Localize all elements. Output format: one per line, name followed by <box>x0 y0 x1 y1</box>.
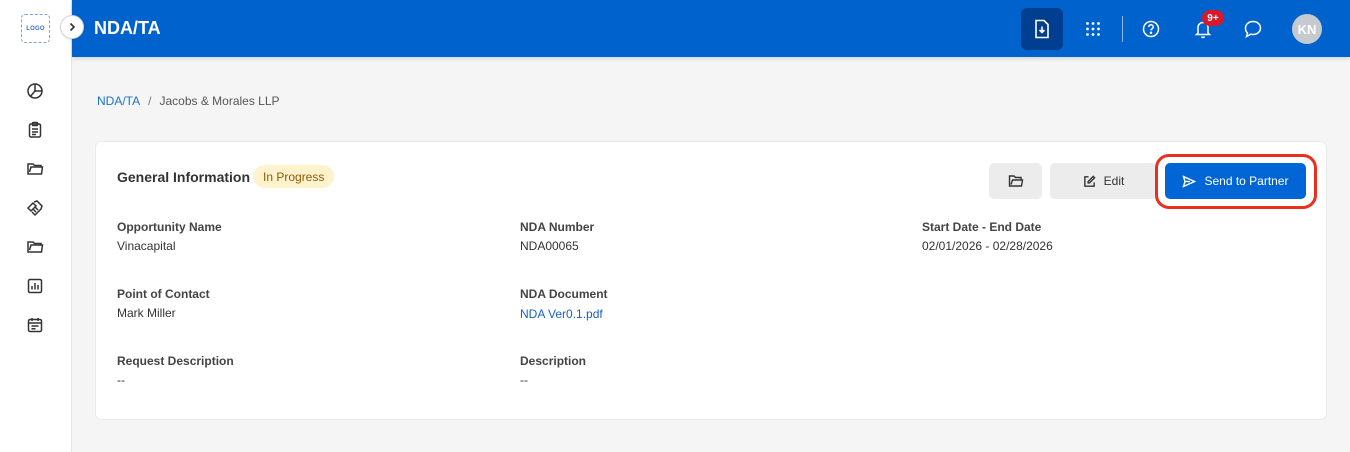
send-button-label: Send to Partner <box>1204 174 1289 188</box>
general-info-card: General Information In Progress Edit Sen… <box>95 141 1327 420</box>
page-title: NDA/TA <box>94 18 161 38</box>
nda-document-field: NDA Document NDA Ver0.1.pdf <box>520 287 608 321</box>
field-label: NDA Number <box>520 220 595 234</box>
calendar-icon[interactable] <box>25 315 45 335</box>
chat-icon <box>1244 20 1262 39</box>
date-range-field: Start Date - End Date 02/01/2026 - 02/28… <box>922 220 1053 253</box>
handshake-icon[interactable] <box>25 198 45 218</box>
sidebar: LOGO <box>0 0 72 452</box>
request-description-field: Request Description -- <box>117 354 234 387</box>
field-label: Opportunity Name <box>117 220 222 234</box>
edit-button[interactable]: Edit <box>1050 163 1157 199</box>
sidebar-expand-button[interactable] <box>60 15 84 39</box>
field-value: NDA00065 <box>520 239 579 253</box>
description-field: Description -- <box>520 354 586 387</box>
edit-button-label: Edit <box>1103 174 1125 188</box>
field-label: Point of Contact <box>117 287 210 301</box>
chat-button[interactable] <box>1232 8 1274 50</box>
notification-badge: 9+ <box>1202 10 1224 26</box>
file-download-icon <box>1035 19 1049 39</box>
folder-open-icon[interactable] <box>25 237 45 257</box>
field-value: -- <box>117 373 125 387</box>
field-label: Request Description <box>117 354 234 368</box>
user-avatar[interactable]: KN <box>1292 14 1322 44</box>
breadcrumb: NDA/TA / Jacobs & Morales LLP <box>97 94 280 108</box>
top-header: NDA/TA 9+ KN <box>72 0 1350 57</box>
nda-document-link[interactable]: NDA Ver0.1.pdf <box>520 307 608 321</box>
header-divider <box>1122 16 1123 42</box>
status-badge: In Progress <box>253 165 335 188</box>
breadcrumb-current: Jacobs & Morales LLP <box>159 94 280 108</box>
download-button[interactable] <box>1021 8 1063 50</box>
apps-grid-icon <box>1086 22 1100 36</box>
nda-number-field: NDA Number NDA00065 <box>520 220 594 253</box>
field-label: Description <box>520 354 587 368</box>
card-title: General Information <box>117 169 251 185</box>
open-folder-button[interactable] <box>989 163 1042 199</box>
field-label: NDA Document <box>520 287 608 301</box>
field-value: Mark Miller <box>117 306 176 320</box>
point-of-contact-field: Point of Contact Mark Miller <box>117 287 210 320</box>
folder-icon <box>1008 175 1023 187</box>
edit-icon <box>1083 174 1096 187</box>
field-label: Start Date - End Date <box>922 220 1042 234</box>
folder-icon[interactable] <box>25 159 45 179</box>
send-icon <box>1182 174 1197 188</box>
clipboard-icon[interactable] <box>25 120 45 140</box>
help-button[interactable] <box>1130 8 1172 50</box>
field-value: -- <box>520 373 528 387</box>
breadcrumb-separator: / <box>148 94 152 108</box>
app-logo: LOGO <box>21 14 50 43</box>
opportunity-name-field: Opportunity Name Vinacapital <box>117 220 222 253</box>
field-value: Vinacapital <box>117 239 176 253</box>
breadcrumb-root-link[interactable]: NDA/TA <box>97 94 140 108</box>
apps-button[interactable] <box>1072 8 1114 50</box>
chevron-right-icon <box>69 22 76 32</box>
pie-chart-icon[interactable] <box>25 81 45 101</box>
report-chart-icon[interactable] <box>25 276 45 296</box>
send-to-partner-button[interactable]: Send to Partner <box>1165 163 1306 199</box>
help-icon <box>1142 20 1160 38</box>
field-value: 02/01/2026 - 02/28/2026 <box>922 239 1053 253</box>
